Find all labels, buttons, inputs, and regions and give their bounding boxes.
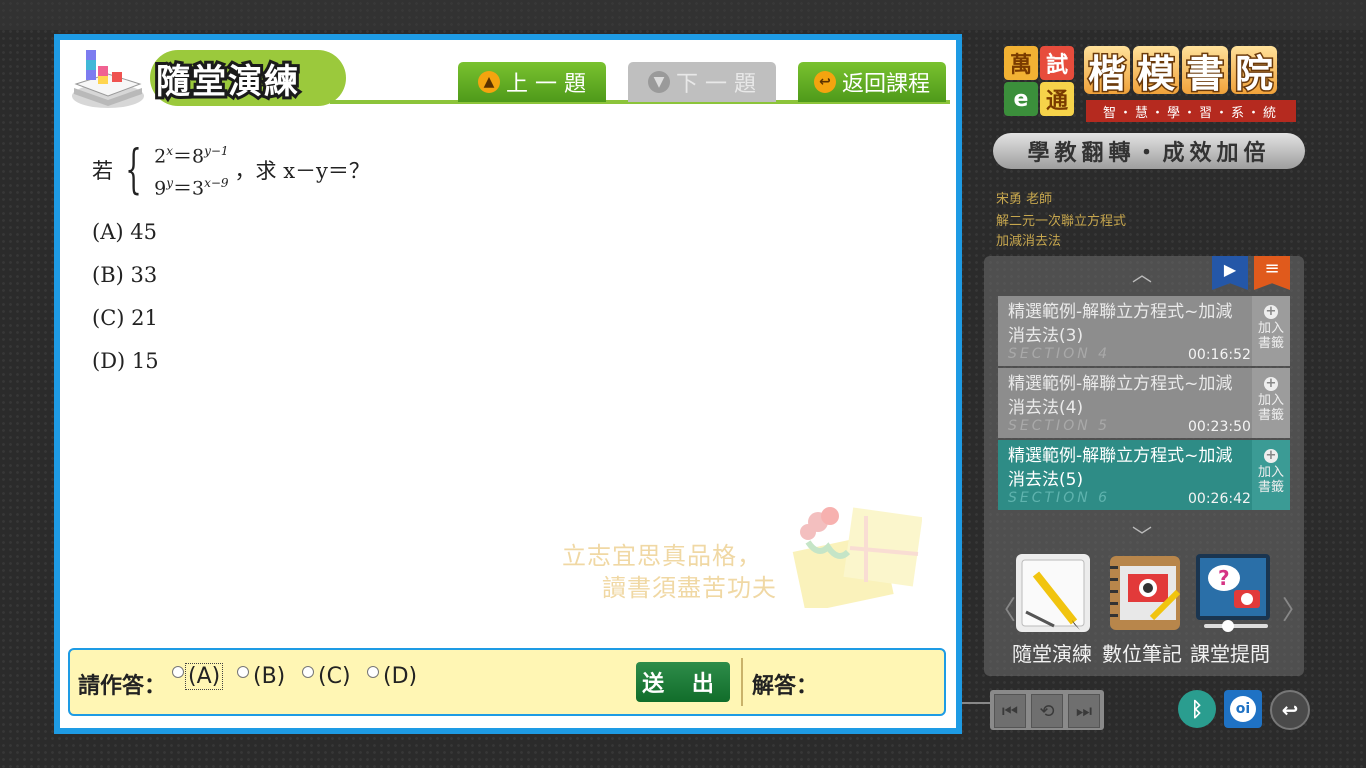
answer-divider xyxy=(741,658,743,706)
next-question-button[interactable]: ▼ 下 一 題 xyxy=(628,62,776,102)
option-a: (A) 45 xyxy=(92,220,157,244)
scroll-down-icon[interactable]: ﹀ xyxy=(1126,520,1158,548)
background-band xyxy=(0,0,1366,30)
plus-icon: + xyxy=(1264,376,1278,391)
plus-icon: + xyxy=(1264,304,1278,319)
svg-text:?: ? xyxy=(1218,566,1230,590)
course-method: 加減消去法 xyxy=(996,234,1062,249)
radio-icon[interactable] xyxy=(172,666,184,678)
tools-left-arrow-icon[interactable]: 〈 xyxy=(990,590,1016,627)
skip-forward-icon[interactable]: ⏭ xyxy=(1068,694,1100,728)
answer-choice-d[interactable]: (D) xyxy=(367,664,419,689)
exercise-header: 隨堂演練 xyxy=(68,44,358,114)
return-arrow-icon: ↩ xyxy=(813,71,836,93)
tool-slider-handle[interactable] xyxy=(1222,620,1234,632)
control-connector xyxy=(962,702,990,704)
gift-box-icon xyxy=(792,507,922,608)
back-to-course-label: 返回課程 xyxy=(841,72,930,97)
teacher-name: 宋勇 老師 xyxy=(996,192,1053,207)
brace-glyph: { xyxy=(125,140,142,201)
brand-name: 楷 模 書 院 xyxy=(1084,46,1277,97)
playlist-item[interactable]: 精選範例-解聯立方程式~加減消去法(3) SECTION 4 00:16:52 … xyxy=(998,296,1290,366)
question-tail: ，求 x－y＝？ xyxy=(234,159,370,184)
answer-prompt: 請作答： xyxy=(78,674,167,699)
photo-notebook-icon[interactable] xyxy=(1106,552,1184,634)
arrow-up-icon: ▲ xyxy=(478,71,500,93)
brand-logo: 萬 試 e 通 xyxy=(1004,46,1076,118)
prev-question-button[interactable]: ▲ 上 一 題 xyxy=(458,62,606,102)
equation-system: 2x＝8y−1 9y＝3x−9 xyxy=(154,138,228,203)
equation-2: 9y＝3x−9 xyxy=(154,176,229,200)
radio-icon[interactable] xyxy=(367,666,379,678)
slogan-banner: 學教翻轉・成效加倍 xyxy=(993,133,1305,169)
plus-icon: + xyxy=(1264,448,1278,463)
exercise-title: 隨堂演練 xyxy=(153,59,301,105)
submit-button[interactable]: 送 出 xyxy=(636,662,730,702)
playlist-item-active[interactable]: 精選範例-解聯立方程式~加減消去法(5) SECTION 6 00:26:42 … xyxy=(998,440,1290,510)
next-question-label: 下 一 題 xyxy=(676,72,756,97)
radio-icon[interactable] xyxy=(302,666,314,678)
radio-icon[interactable] xyxy=(237,666,249,678)
return-icon[interactable]: ↩ xyxy=(1270,690,1310,730)
equation-1: 2x＝8y−1 xyxy=(154,144,229,168)
scroll-up-icon[interactable]: ︿ xyxy=(1126,258,1158,286)
course-topic: 解二元一次聯立方程式 xyxy=(996,214,1127,229)
tools-right-arrow-icon[interactable]: 〉 xyxy=(1282,590,1308,627)
add-bookmark-button[interactable]: + 加入書籤 xyxy=(1252,368,1290,438)
add-bookmark-button[interactable]: + 加入書籤 xyxy=(1252,440,1290,510)
oi-app-icon[interactable]: oi xyxy=(1224,690,1262,728)
answer-choice-a[interactable]: (A) xyxy=(172,663,224,690)
prev-question-label: 上 一 題 xyxy=(506,72,586,97)
arrow-down-icon: ▼ xyxy=(648,71,670,93)
option-b: (B) 33 xyxy=(92,263,158,287)
question-text: 若 { 2x＝8y−1 9y＝3x−9 ，求 x－y＝？ xyxy=(92,138,370,203)
answer-choice-b[interactable]: (B) xyxy=(237,664,287,689)
blocks-book-icon xyxy=(72,50,144,108)
option-c: (C) 21 xyxy=(92,306,158,330)
tool-slider-track xyxy=(1204,624,1268,628)
bluetooth-icon[interactable]: ᛒ xyxy=(1178,690,1216,728)
skip-back-icon[interactable]: ⏮ xyxy=(994,694,1026,728)
pencil-notebook-icon[interactable] xyxy=(1014,552,1092,634)
motto-watermark: 立志宜思真品格， 讀書須盡苦功夫 xyxy=(562,542,777,602)
brand-subtitle: 智・慧・學・習・系・統 xyxy=(1086,100,1296,122)
back-to-course-button[interactable]: ↩ 返回課程 xyxy=(798,62,946,102)
answer-choice-c[interactable]: (C) xyxy=(302,664,353,689)
add-bookmark-button[interactable]: + 加入書籤 xyxy=(1252,296,1290,366)
playlist-item[interactable]: 精選範例-解聯立方程式~加減消去法(4) SECTION 5 00:23:50 … xyxy=(998,368,1290,438)
repeat-icon[interactable]: ⟲ xyxy=(1031,694,1063,728)
option-d: (D) 15 xyxy=(92,349,159,373)
question-prefix: 若 xyxy=(92,159,113,184)
solution-label: 解答： xyxy=(752,674,819,699)
